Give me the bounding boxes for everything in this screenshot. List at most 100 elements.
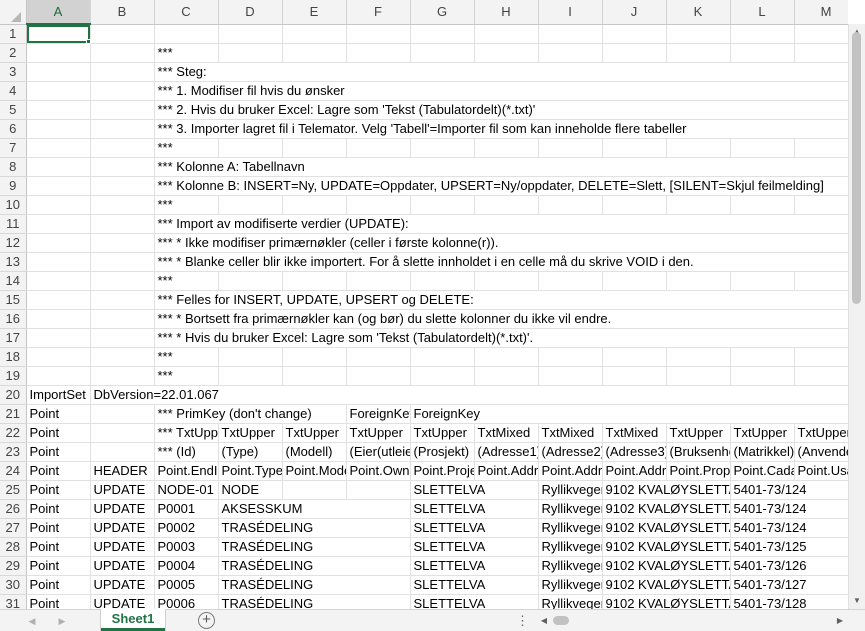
column-header-f[interactable]: F: [346, 0, 411, 25]
cell-b6[interactable]: [90, 119, 155, 139]
cell-b1[interactable]: [90, 24, 155, 44]
cell-b15[interactable]: [90, 290, 155, 310]
column-header-a[interactable]: A: [26, 0, 91, 25]
scroll-down-arrow-icon[interactable]: ▼: [849, 593, 865, 609]
cell-c15[interactable]: *** Felles for INSERT, UPDATE, UPSERT og…: [154, 290, 848, 310]
cell-i10[interactable]: [538, 195, 603, 215]
cell-f10[interactable]: [346, 195, 411, 215]
cell-a24[interactable]: Point: [26, 461, 91, 481]
cell-d25[interactable]: NODE: [218, 480, 283, 500]
row-header[interactable]: 11: [0, 214, 27, 234]
cell-c5[interactable]: *** 2. Hvis du bruker Excel: Lagre som '…: [154, 100, 848, 120]
cell-g19[interactable]: [410, 366, 475, 386]
row-header[interactable]: 22: [0, 423, 27, 443]
cell-c14[interactable]: ***: [154, 271, 219, 291]
cell-j10[interactable]: [602, 195, 667, 215]
column-header-b[interactable]: B: [90, 0, 155, 25]
cell-i22[interactable]: TxtMixed: [538, 423, 603, 443]
cell-l7[interactable]: [730, 138, 795, 158]
cell-b30[interactable]: UPDATE: [90, 575, 155, 595]
cell-e7[interactable]: [282, 138, 347, 158]
row-header[interactable]: 19: [0, 366, 27, 386]
cell-b17[interactable]: [90, 328, 155, 348]
cell-h14[interactable]: [474, 271, 539, 291]
cell-g18[interactable]: [410, 347, 475, 367]
cell-d27[interactable]: TRASÉDELING: [218, 518, 411, 538]
row-header[interactable]: 15: [0, 290, 27, 310]
cell-a4[interactable]: [26, 81, 91, 101]
cell-f14[interactable]: [346, 271, 411, 291]
cell-i19[interactable]: [538, 366, 603, 386]
cell-l19[interactable]: [730, 366, 795, 386]
cell-l30[interactable]: 5401-73/127: [730, 575, 848, 595]
cell-c29[interactable]: P0004: [154, 556, 219, 576]
cell-c8[interactable]: *** Kolonne A: Tabellnavn: [154, 157, 848, 177]
cell-l24[interactable]: Point.Cadastre: [730, 461, 795, 481]
cell-k14[interactable]: [666, 271, 731, 291]
cell-k24[interactable]: Point.PropertyUnit: [666, 461, 731, 481]
cell-b31[interactable]: UPDATE: [90, 594, 155, 609]
cell-i23[interactable]: (Adresse2): [538, 442, 603, 462]
cell-m2[interactable]: [794, 43, 848, 63]
row-header[interactable]: 30: [0, 575, 27, 595]
cell-e14[interactable]: [282, 271, 347, 291]
scroll-left-arrow-icon[interactable]: ◀: [537, 612, 551, 629]
cell-d2[interactable]: [218, 43, 283, 63]
column-header-j[interactable]: J: [602, 0, 667, 25]
cell-j31[interactable]: 9102 KVALØYSLETTA: [602, 594, 731, 609]
cell-i30[interactable]: Ryllikvegen: [538, 575, 603, 595]
cell-f24[interactable]: Point.Owner: [346, 461, 411, 481]
column-header-c[interactable]: C: [154, 0, 219, 25]
row-header[interactable]: 31: [0, 594, 27, 609]
cell-d19[interactable]: [218, 366, 283, 386]
cell-a3[interactable]: [26, 62, 91, 82]
cell-a30[interactable]: Point: [26, 575, 91, 595]
cell-c22[interactable]: *** TxtUpper: [154, 423, 219, 443]
cell-a5[interactable]: [26, 100, 91, 120]
cell-l2[interactable]: [730, 43, 795, 63]
cell-a6[interactable]: [26, 119, 91, 139]
row-header[interactable]: 14: [0, 271, 27, 291]
row-header[interactable]: 27: [0, 518, 27, 538]
cell-c16[interactable]: *** * Bortsett fra primærnøkler kan (og …: [154, 309, 848, 329]
cell-a2[interactable]: [26, 43, 91, 63]
cell-b22[interactable]: [90, 423, 155, 443]
cell-g28[interactable]: SLETTELVA: [410, 537, 539, 557]
cell-b12[interactable]: [90, 233, 155, 253]
row-header[interactable]: 8: [0, 157, 27, 177]
cell-b5[interactable]: [90, 100, 155, 120]
cell-a9[interactable]: [26, 176, 91, 196]
cell-j23[interactable]: (Adresse3): [602, 442, 667, 462]
cell-c17[interactable]: *** * Hvis du bruker Excel: Lagre som 'T…: [154, 328, 848, 348]
cell-a20[interactable]: ImportSet: [26, 385, 91, 405]
cell-m23[interactable]: (Anvendelse): [794, 442, 848, 462]
cell-l22[interactable]: TxtUpper: [730, 423, 795, 443]
cell-b4[interactable]: [90, 81, 155, 101]
cell-l14[interactable]: [730, 271, 795, 291]
cell-m1[interactable]: [794, 24, 848, 44]
cell-h24[interactable]: Point.Address1: [474, 461, 539, 481]
cell-j27[interactable]: 9102 KVALØYSLETTA: [602, 518, 731, 538]
cell-g1[interactable]: [410, 24, 475, 44]
cell-g25[interactable]: SLETTELVA: [410, 480, 539, 500]
cell-j2[interactable]: [602, 43, 667, 63]
cell-i1[interactable]: [538, 24, 603, 44]
row-header[interactable]: 5: [0, 100, 27, 120]
cell-l10[interactable]: [730, 195, 795, 215]
cell-a7[interactable]: [26, 138, 91, 158]
cell-a23[interactable]: Point: [26, 442, 91, 462]
cell-d18[interactable]: [218, 347, 283, 367]
cell-f25[interactable]: [346, 480, 411, 500]
cell-b8[interactable]: [90, 157, 155, 177]
cell-a17[interactable]: [26, 328, 91, 348]
cell-k10[interactable]: [666, 195, 731, 215]
cell-j28[interactable]: 9102 KVALØYSLETTA: [602, 537, 731, 557]
cell-g22[interactable]: TxtUpper: [410, 423, 475, 443]
cell-f21[interactable]: ForeignKey: [346, 404, 411, 424]
cell-a31[interactable]: Point: [26, 594, 91, 609]
horizontal-scroll-thumb[interactable]: [553, 616, 569, 625]
row-header[interactable]: 18: [0, 347, 27, 367]
cell-j26[interactable]: 9102 KVALØYSLETTA: [602, 499, 731, 519]
cell-c19[interactable]: ***: [154, 366, 219, 386]
cell-d23[interactable]: (Type): [218, 442, 283, 462]
